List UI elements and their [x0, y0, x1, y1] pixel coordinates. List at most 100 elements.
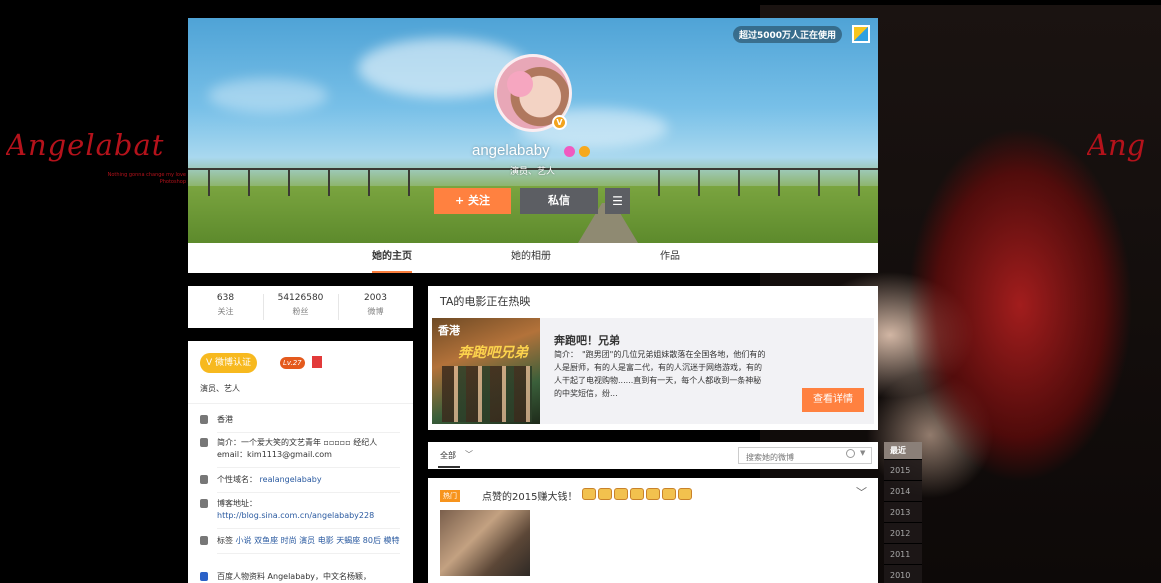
stats-card: 638 关注 54126580 粉丝 2003 微博	[188, 286, 413, 328]
stat-posts[interactable]: 2003 微博	[338, 293, 413, 317]
bio-text-wrap: 简介：一个爱大笑的文艺青年 ▫▫▫▫▫ 经纪人email：kim1113@gma…	[217, 437, 400, 461]
movie-item: 香港 奔跑吧兄弟 奔跑吧！兄弟 简介： "跑男团"的几位兄弟姐妹散落在全国各地，…	[432, 318, 874, 424]
post-image[interactable]	[440, 510, 530, 576]
stat-fans[interactable]: 54126580 粉丝	[263, 293, 338, 317]
timeline-year[interactable]: 2015	[884, 460, 922, 481]
timeline-recent[interactable]: 最近	[884, 442, 922, 460]
domain-wrap: 个性域名： realangelababy	[217, 474, 400, 486]
thumbs-up-icon	[678, 488, 692, 500]
thumbs-up-icon	[614, 488, 628, 500]
weibo-verified-badge[interactable]: V 微博认证	[200, 353, 258, 373]
paw-icon	[200, 572, 208, 581]
red-badge-icon[interactable]	[312, 356, 322, 368]
cloud	[208, 78, 328, 113]
tags-wrap: 标签 小说 双鱼座 时尚 演员 电影 天蝎座 80后 模特	[217, 535, 400, 547]
stat-fans-label: 粉丝	[292, 307, 309, 316]
blog-label: 博客地址：	[217, 499, 257, 508]
caret-down-icon[interactable]: ▼	[860, 449, 865, 457]
stat-posts-count: 2003	[364, 293, 387, 303]
thumbs-up-icon	[582, 488, 596, 500]
stat-following[interactable]: 638 关注	[188, 293, 263, 317]
follow-button[interactable]: + 关注	[434, 188, 511, 214]
filter-active-underline	[438, 466, 460, 468]
divider	[217, 528, 400, 529]
domain-label: 个性域名：	[217, 475, 257, 484]
hamburger-icon: ☰	[612, 194, 623, 208]
timeline-year[interactable]: 2010	[884, 565, 922, 583]
thumbs-up-icon	[662, 488, 676, 500]
poster-figures	[442, 366, 532, 422]
movie-poster[interactable]: 香港 奔跑吧兄弟	[432, 318, 540, 424]
poster-text-1: 香港	[438, 324, 460, 337]
background-subtitle-line2: Photoshop	[159, 179, 186, 185]
profile-info-card: V 微博认证 Lv.27 演员、艺人 香港 简介：一个爱大笑的文艺青年 ▫▫▫▫…	[188, 341, 413, 583]
thumbs-up-icon	[646, 488, 660, 500]
skin-icon[interactable]	[852, 25, 870, 43]
baike-row: 百度人物资料 Angelababy，中文名杨颖，	[200, 571, 400, 583]
view-details-button[interactable]: 查看详情	[802, 388, 864, 412]
post-menu-chevron-icon[interactable]: ﹀	[856, 484, 867, 500]
search-icon[interactable]	[846, 449, 855, 458]
year-timeline: 最近 2015 2014 2013 2012 2011 2010	[884, 442, 922, 583]
domain-row: 个性域名： realangelababy	[200, 474, 400, 493]
blog-link[interactable]: http://blog.sina.com.cn/angelababy228	[217, 511, 374, 520]
divider	[217, 492, 400, 493]
profile-cover: 超过5000万人正在使用 V angelababy 演员、艺人 + 关注 私信 …	[188, 18, 878, 243]
blog-wrap: 博客地址： http://blog.sina.com.cn/angelababy2…	[217, 498, 400, 522]
thumbs-up-icon	[598, 488, 612, 500]
feed-post: 热门 点赞的2015赚大钱！ ﹀	[428, 478, 878, 583]
more-menu-button[interactable]: ☰	[605, 188, 630, 214]
chevron-down-icon[interactable]: ﹀	[465, 449, 473, 460]
users-count-badge[interactable]: 超过5000万人正在使用	[732, 26, 842, 43]
background-subtitle: Nothing gonna change my love Photoshop	[90, 172, 186, 186]
divider	[217, 553, 400, 554]
thumbs-up-icon	[630, 488, 644, 500]
post-text: 点赞的2015赚大钱！	[482, 492, 578, 503]
filter-all-tab[interactable]: 全部	[440, 450, 456, 461]
location-row: 香港	[200, 414, 400, 433]
username-badges	[564, 146, 590, 157]
background-title-right: Ang	[1087, 128, 1146, 162]
movie-card: TA的电影正在热映 香港 奔跑吧兄弟 奔跑吧！兄弟 简介： "跑男团"的几位兄弟…	[428, 286, 878, 430]
profile-occupation: 演员、艺人	[510, 167, 556, 177]
tab-album[interactable]: 她的相册	[511, 243, 551, 273]
stat-following-label: 关注	[217, 307, 234, 316]
timeline-year[interactable]: 2011	[884, 544, 922, 565]
profile-username: angelababy	[472, 142, 550, 159]
level-badge[interactable]: Lv.27	[280, 357, 305, 369]
avatar-flower	[507, 71, 533, 97]
tag-icon	[200, 536, 208, 545]
location-text: 香港	[217, 415, 233, 424]
bio-icon	[200, 438, 208, 447]
tags-links[interactable]: 小说 双鱼座 时尚 演员 电影 天蝎座 80后 模特	[236, 536, 400, 545]
member-icon[interactable]	[564, 146, 575, 157]
feed-filter-bar: 全部 ﹀ ▼	[428, 442, 878, 469]
stat-posts-label: 微博	[367, 307, 384, 316]
tab-works[interactable]: 作品	[660, 243, 680, 273]
tags-label: 标签	[217, 536, 233, 545]
movie-description: 简介： "跑男团"的几位兄弟姐妹散落在全国各地，他们有的人是厨师，有的人是富二代…	[554, 350, 766, 398]
poster-text-2: 奔跑吧兄弟	[458, 345, 528, 361]
divider	[217, 467, 400, 468]
timeline-year[interactable]: 2014	[884, 481, 922, 502]
timeline-year[interactable]: 2012	[884, 523, 922, 544]
crown-icon[interactable]	[579, 146, 590, 157]
movie-title[interactable]: 奔跑吧！兄弟	[554, 332, 620, 348]
domain-link[interactable]: realangelababy	[260, 475, 322, 484]
blog-row: 博客地址： http://blog.sina.com.cn/angelababy2…	[200, 498, 400, 529]
tab-home[interactable]: 她的主页	[372, 243, 412, 273]
timeline-year[interactable]: 2013	[884, 502, 922, 523]
stat-fans-count: 54126580	[277, 293, 324, 303]
background-title-left: Angelabat	[6, 128, 165, 162]
bio-label: 简介：	[217, 438, 241, 447]
verified-v-icon: V	[552, 115, 567, 130]
message-button[interactable]: 私信	[520, 188, 598, 214]
stat-following-count: 638	[216, 293, 235, 303]
verified-occupation: 演员、艺人	[200, 384, 240, 393]
location-pin-icon	[200, 415, 208, 424]
movie-card-title: TA的电影正在热映	[440, 295, 531, 308]
divider	[188, 403, 413, 404]
baike-text[interactable]: 百度人物资料 Angelababy，中文名杨颖，	[217, 571, 400, 583]
hot-tag: 热门	[440, 490, 460, 502]
divider	[217, 432, 400, 433]
